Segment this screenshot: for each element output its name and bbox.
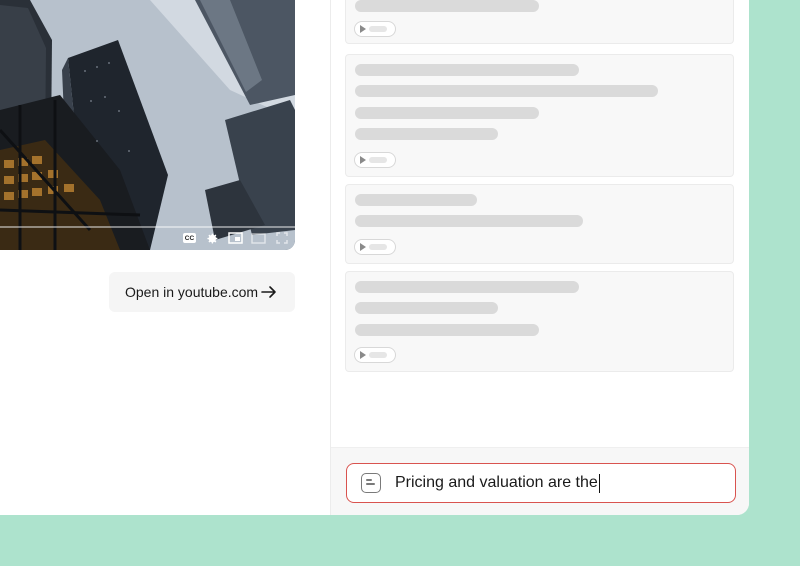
transcript-segment[interactable] <box>345 0 734 44</box>
video-player[interactable]: CC <box>0 0 295 250</box>
skeleton-line <box>355 215 583 227</box>
transcript-segment[interactable] <box>345 184 734 264</box>
skeleton-line <box>355 0 539 12</box>
play-icon <box>360 156 366 164</box>
video-thumbnail <box>0 0 295 250</box>
skeleton-line <box>355 302 498 314</box>
text-caret <box>598 473 601 493</box>
note-input[interactable]: Pricing and valuation are the <box>346 463 736 503</box>
skeleton-line <box>355 281 579 293</box>
play-icon <box>360 351 366 359</box>
transcript-panel <box>331 0 749 447</box>
skeleton-line <box>355 194 477 206</box>
theater-icon[interactable] <box>251 231 266 246</box>
open-in-youtube-label: Open in youtube.com <box>125 284 259 300</box>
cc-icon[interactable]: CC <box>182 231 197 246</box>
play-icon <box>360 25 366 33</box>
note-icon <box>361 473 381 493</box>
transcript-segment[interactable] <box>345 271 734 372</box>
gear-icon[interactable] <box>205 231 220 246</box>
skeleton-line <box>355 85 658 97</box>
note-input-text: Pricing and valuation are the <box>395 474 598 491</box>
skeleton-line <box>355 128 498 140</box>
play-segment-button[interactable] <box>354 21 396 37</box>
cc-label: CC <box>183 233 196 243</box>
transcript-segment[interactable] <box>345 54 734 177</box>
open-in-youtube-button[interactable]: Open in youtube.com <box>109 272 295 312</box>
fullscreen-icon[interactable] <box>274 231 289 246</box>
video-progress-bar[interactable] <box>0 226 295 228</box>
play-icon <box>360 243 366 251</box>
skeleton-line <box>355 64 579 76</box>
play-segment-button[interactable] <box>354 239 396 255</box>
video-controls: CC <box>182 230 289 246</box>
play-segment-button[interactable] <box>354 152 396 168</box>
skeleton-line <box>355 107 539 119</box>
play-segment-button[interactable] <box>354 347 396 363</box>
miniplayer-icon[interactable] <box>228 231 243 246</box>
arrow-right-icon <box>261 286 276 298</box>
composer-area: Pricing and valuation are the <box>331 447 749 515</box>
app-window: CC Open in youtube.com Pricing and valua… <box>0 0 749 515</box>
skeleton-line <box>355 324 539 336</box>
